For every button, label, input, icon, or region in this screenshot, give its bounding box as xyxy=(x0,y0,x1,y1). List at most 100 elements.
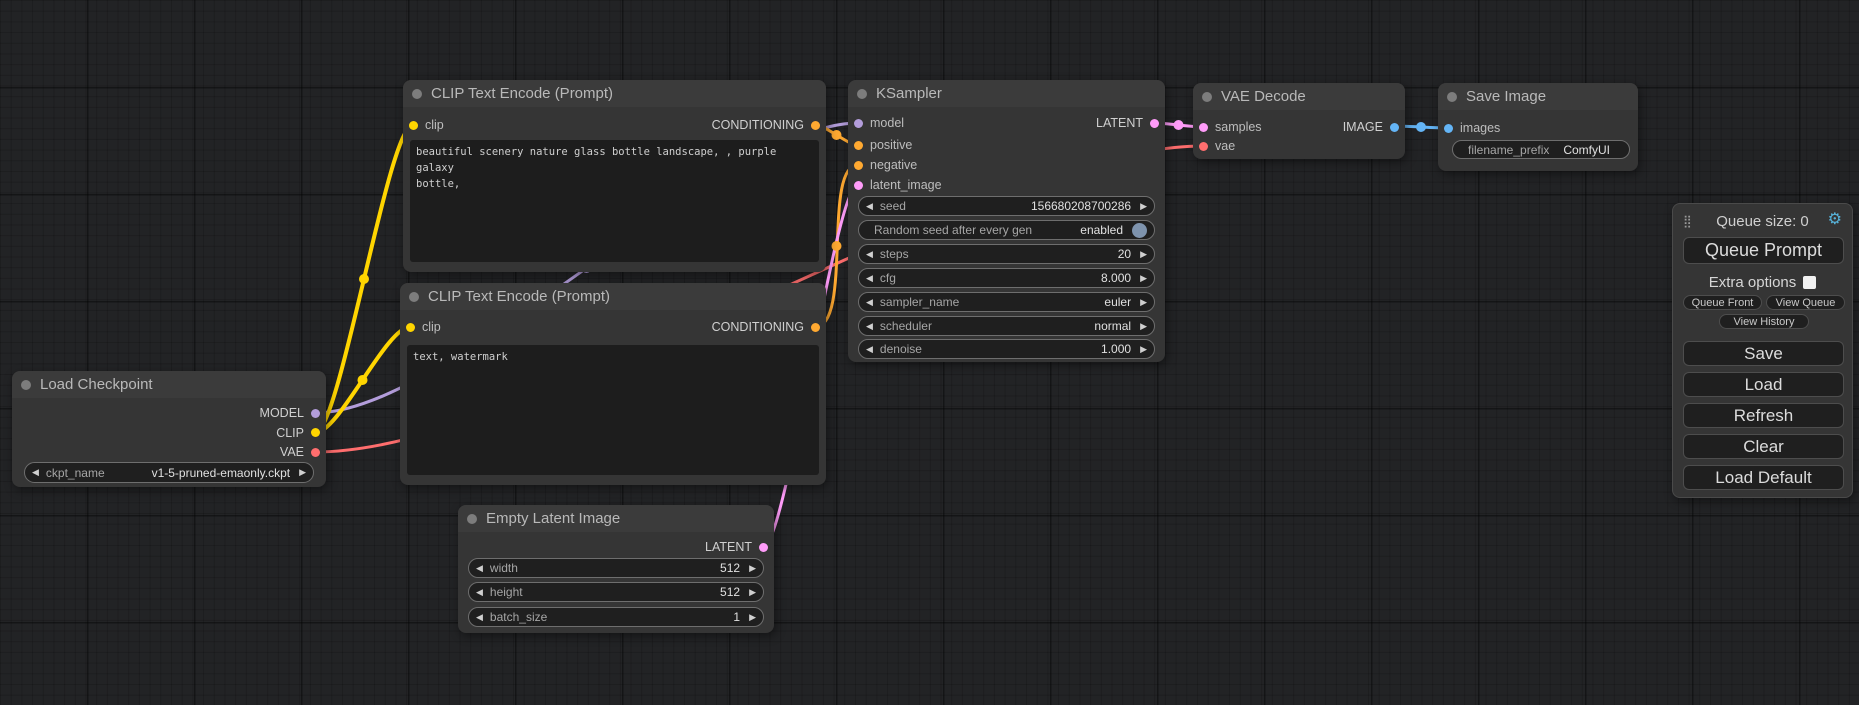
port-clip-output[interactable] xyxy=(311,428,320,437)
decrement-arrow-icon[interactable]: ◀ xyxy=(476,564,483,573)
width-widget[interactable]: ◀ width 512 ▶ xyxy=(468,558,764,578)
port-model-output[interactable] xyxy=(311,409,320,418)
save-button[interactable]: Save xyxy=(1683,341,1844,366)
node-title: Save Image xyxy=(1466,88,1546,105)
widget-label: filename_prefix xyxy=(1468,143,1563,157)
collapse-dot-icon[interactable] xyxy=(1447,92,1457,102)
output-label: LATENT xyxy=(705,540,752,554)
port-latent-output[interactable] xyxy=(759,543,768,552)
port-vae-input[interactable] xyxy=(1199,142,1208,151)
output-label: CONDITIONING xyxy=(712,118,804,132)
port-latent-image-input[interactable] xyxy=(854,181,863,190)
scheduler-widget[interactable]: ◀ scheduler normal ▶ xyxy=(858,316,1155,336)
decrement-arrow-icon[interactable]: ◀ xyxy=(32,468,39,477)
link-dot xyxy=(359,274,369,284)
port-model-input[interactable] xyxy=(854,119,863,128)
port-clip-input[interactable] xyxy=(409,121,418,130)
decrement-arrow-icon[interactable]: ◀ xyxy=(866,345,873,354)
node-title-bar[interactable]: VAE Decode xyxy=(1193,83,1405,110)
collapse-dot-icon[interactable] xyxy=(409,292,419,302)
collapse-dot-icon[interactable] xyxy=(467,514,477,524)
decrement-arrow-icon[interactable]: ◀ xyxy=(866,322,873,331)
seed-toggle-icon[interactable] xyxy=(1132,223,1147,238)
port-latent-output[interactable] xyxy=(1150,119,1159,128)
node-vae-decode[interactable]: VAE Decode samples IMAGE vae xyxy=(1193,83,1405,159)
output-label: CONDITIONING xyxy=(712,320,804,334)
node-title-bar[interactable]: Load Checkpoint xyxy=(12,371,326,398)
node-clip-text-encode-negative[interactable]: CLIP Text Encode (Prompt) clip CONDITION… xyxy=(400,283,826,485)
refresh-button[interactable]: Refresh xyxy=(1683,403,1844,428)
height-widget[interactable]: ◀ height 512 ▶ xyxy=(468,582,764,602)
port-negative-input[interactable] xyxy=(854,161,863,170)
extra-options-label: Extra options xyxy=(1709,274,1797,291)
sampler-name-widget[interactable]: ◀ sampler_name euler ▶ xyxy=(858,292,1155,312)
collapse-dot-icon[interactable] xyxy=(21,380,31,390)
node-title-bar[interactable]: KSampler xyxy=(848,80,1165,107)
widget-label: scheduler xyxy=(880,319,1094,333)
output-label: LATENT xyxy=(1096,116,1143,130)
increment-arrow-icon[interactable]: ▶ xyxy=(1140,202,1147,211)
increment-arrow-icon[interactable]: ▶ xyxy=(749,613,756,622)
view-queue-button[interactable]: View Queue xyxy=(1766,295,1845,310)
increment-arrow-icon[interactable]: ▶ xyxy=(749,564,756,573)
filename-prefix-widget[interactable]: filename_prefix ComfyUI xyxy=(1452,140,1630,159)
node-title-bar[interactable]: CLIP Text Encode (Prompt) xyxy=(400,283,826,310)
node-title-bar[interactable]: CLIP Text Encode (Prompt) xyxy=(403,80,826,107)
port-vae-output[interactable] xyxy=(311,448,320,457)
increment-arrow-icon[interactable]: ▶ xyxy=(1140,345,1147,354)
queue-panel: ⣿ Queue size: 0 ⚙ Queue Prompt Extra opt… xyxy=(1672,203,1853,498)
clear-button[interactable]: Clear xyxy=(1683,434,1844,459)
port-images-input[interactable] xyxy=(1444,124,1453,133)
queue-prompt-button[interactable]: Queue Prompt xyxy=(1683,237,1844,264)
extra-options-checkbox[interactable] xyxy=(1803,276,1816,289)
ckpt-name-widget[interactable]: ◀ ckpt_name v1-5-pruned-emaonly.ckpt ▶ xyxy=(24,462,314,483)
node-ksampler[interactable]: KSampler model LATENT positive negative … xyxy=(848,80,1165,362)
random-seed-widget[interactable]: Random seed after every gen enabled xyxy=(858,220,1155,240)
denoise-widget[interactable]: ◀ denoise 1.000 ▶ xyxy=(858,339,1155,359)
increment-arrow-icon[interactable]: ▶ xyxy=(749,588,756,597)
load-button[interactable]: Load xyxy=(1683,372,1844,397)
collapse-dot-icon[interactable] xyxy=(412,89,422,99)
decrement-arrow-icon[interactable]: ◀ xyxy=(476,613,483,622)
port-positive-input[interactable] xyxy=(854,141,863,150)
port-clip-input[interactable] xyxy=(406,323,415,332)
node-load-checkpoint[interactable]: Load Checkpoint MODEL CLIP VAE ◀ ckpt_na… xyxy=(12,371,326,487)
increment-arrow-icon[interactable]: ▶ xyxy=(1140,250,1147,259)
collapse-dot-icon[interactable] xyxy=(857,89,867,99)
port-samples-input[interactable] xyxy=(1199,123,1208,132)
node-title-bar[interactable]: Empty Latent Image xyxy=(458,505,774,532)
gear-icon[interactable]: ⚙ xyxy=(1828,212,1842,228)
decrement-arrow-icon[interactable]: ◀ xyxy=(866,274,873,283)
collapse-dot-icon[interactable] xyxy=(1202,92,1212,102)
decrement-arrow-icon[interactable]: ◀ xyxy=(866,298,873,307)
output-label: VAE xyxy=(280,445,304,459)
increment-arrow-icon[interactable]: ▶ xyxy=(299,468,306,477)
node-clip-text-encode-positive[interactable]: CLIP Text Encode (Prompt) clip CONDITION… xyxy=(403,80,826,272)
input-label: clip xyxy=(425,118,444,132)
node-title-bar[interactable]: Save Image xyxy=(1438,83,1638,110)
load-default-button[interactable]: Load Default xyxy=(1683,465,1844,490)
queue-front-button[interactable]: Queue Front xyxy=(1683,295,1762,310)
seed-widget[interactable]: ◀ seed 156680208700286 ▶ xyxy=(858,196,1155,216)
link-dot xyxy=(832,130,842,140)
increment-arrow-icon[interactable]: ▶ xyxy=(1140,298,1147,307)
input-label: vae xyxy=(1215,139,1235,153)
view-history-button[interactable]: View History xyxy=(1719,314,1809,329)
decrement-arrow-icon[interactable]: ◀ xyxy=(866,250,873,259)
port-conditioning-output[interactable] xyxy=(811,323,820,332)
widget-value: normal xyxy=(1094,319,1131,333)
decrement-arrow-icon[interactable]: ◀ xyxy=(476,588,483,597)
steps-widget[interactable]: ◀ steps 20 ▶ xyxy=(858,244,1155,264)
port-conditioning-output[interactable] xyxy=(811,121,820,130)
link-clip-positive-wire xyxy=(315,125,413,433)
increment-arrow-icon[interactable]: ▶ xyxy=(1140,322,1147,331)
increment-arrow-icon[interactable]: ▶ xyxy=(1140,274,1147,283)
batch-size-widget[interactable]: ◀ batch_size 1 ▶ xyxy=(468,607,764,627)
port-image-output[interactable] xyxy=(1390,123,1399,132)
positive-prompt-textarea[interactable]: beautiful scenery nature glass bottle la… xyxy=(410,140,819,262)
cfg-widget[interactable]: ◀ cfg 8.000 ▶ xyxy=(858,268,1155,288)
negative-prompt-textarea[interactable]: text, watermark xyxy=(407,345,819,475)
node-empty-latent-image[interactable]: Empty Latent Image LATENT ◀ width 512 ▶ … xyxy=(458,505,774,633)
node-save-image[interactable]: Save Image images filename_prefix ComfyU… xyxy=(1438,83,1638,171)
decrement-arrow-icon[interactable]: ◀ xyxy=(866,202,873,211)
